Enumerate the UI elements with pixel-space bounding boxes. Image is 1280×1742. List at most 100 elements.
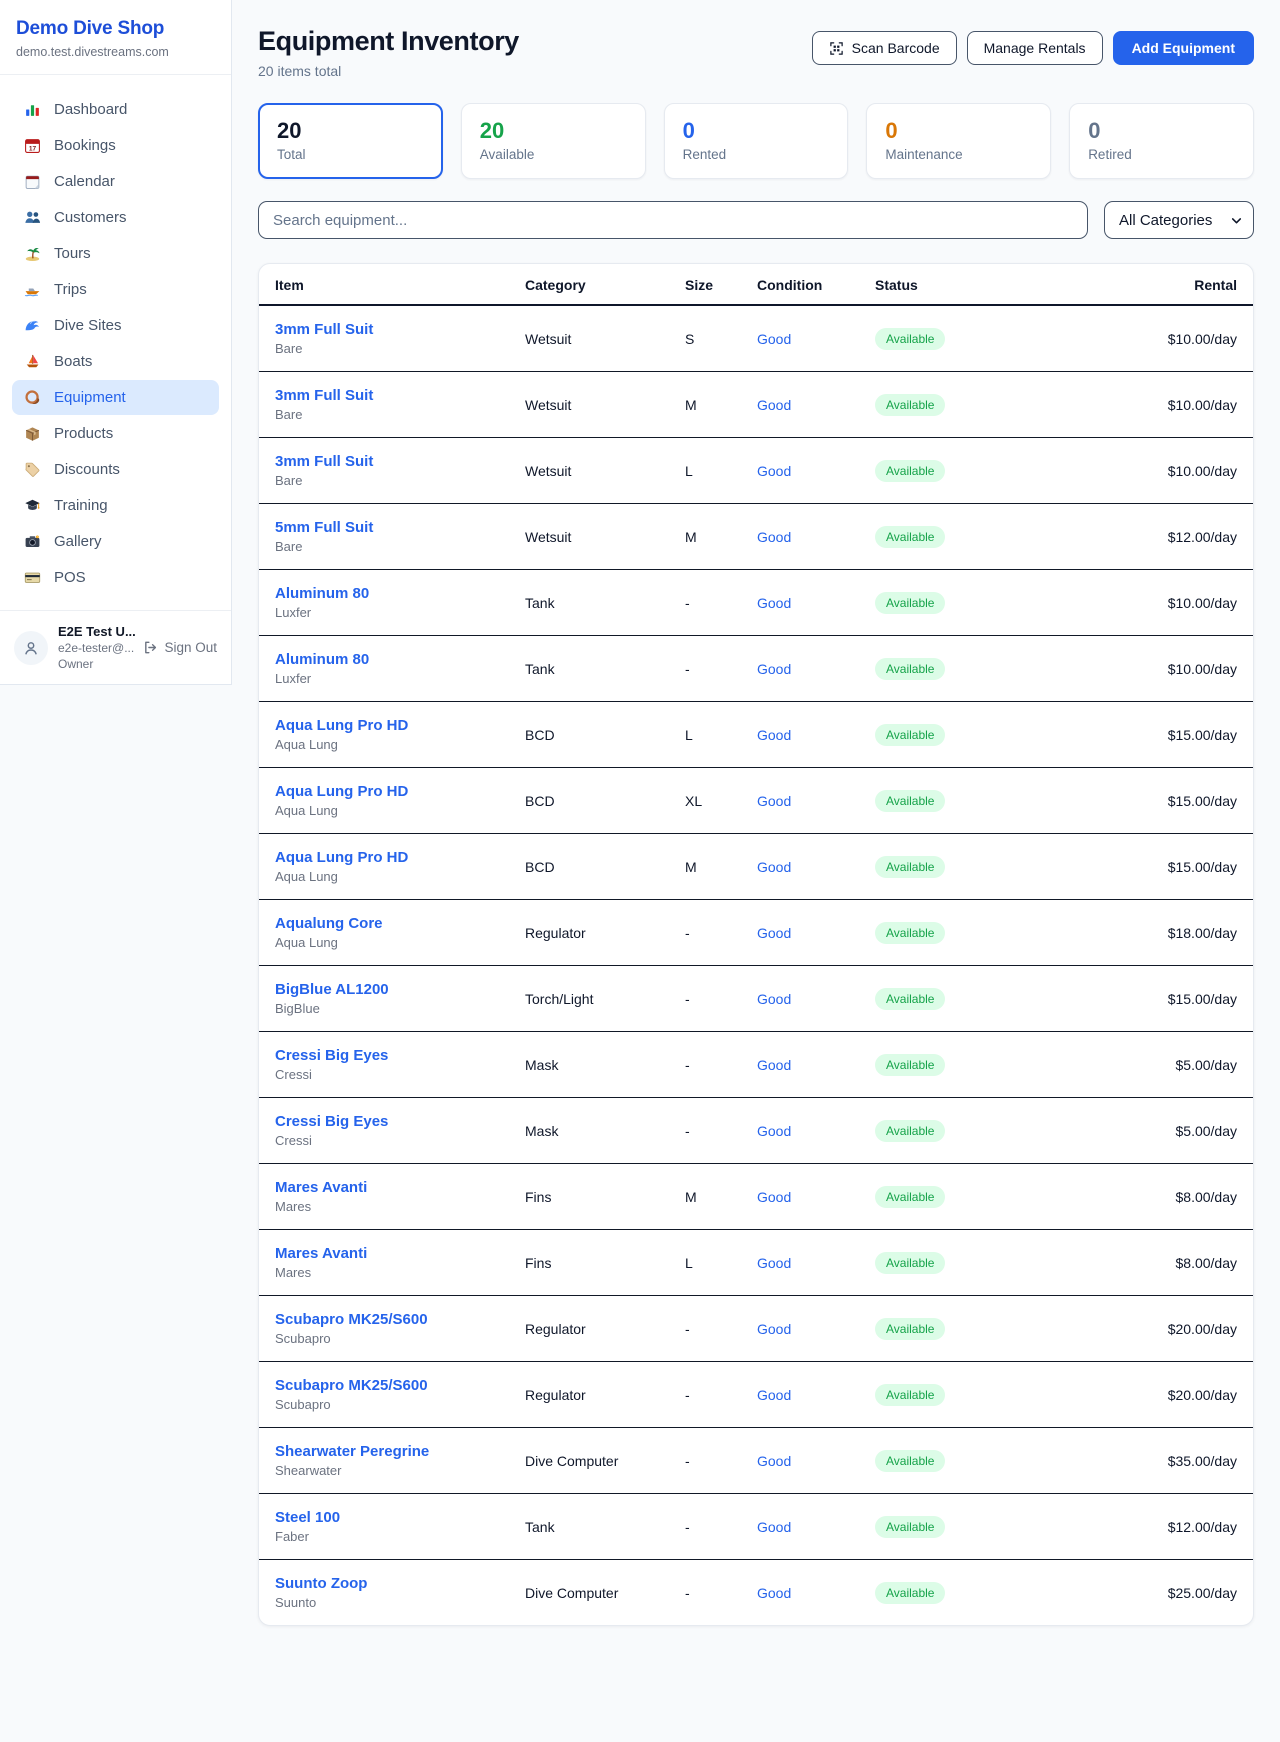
condition-link[interactable]: Good (757, 925, 791, 941)
item-link[interactable]: Shearwater Peregrine (275, 1443, 493, 1460)
sidebar-item-dive-sites[interactable]: Dive Sites (12, 308, 219, 343)
size-cell: - (669, 1504, 741, 1550)
item-link[interactable]: Mares Avanti (275, 1179, 493, 1196)
condition-cell: Good (741, 1438, 859, 1484)
brand-name[interactable]: Demo Dive Shop (16, 18, 215, 40)
item-link[interactable]: Aluminum 80 (275, 585, 493, 602)
condition-link[interactable]: Good (757, 1123, 791, 1139)
sidebar-item-discounts[interactable]: Discounts (12, 452, 219, 487)
gallery-icon (24, 533, 41, 550)
condition-link[interactable]: Good (757, 1585, 791, 1601)
item-link[interactable]: Steel 100 (275, 1509, 493, 1526)
item-link[interactable]: 5mm Full Suit (275, 519, 493, 536)
item-brand: Luxfer (275, 605, 493, 620)
table-row: Steel 100 Faber Tank - Good Available $1… (259, 1494, 1253, 1560)
table-row: Aqua Lung Pro HD Aqua Lung BCD M Good Av… (259, 834, 1253, 900)
stat-card-maintenance[interactable]: 0 Maintenance (866, 103, 1051, 179)
rental-cell: $12.00/day (1069, 1504, 1253, 1550)
condition-link[interactable]: Good (757, 793, 791, 809)
item-link[interactable]: Scubapro MK25/S600 (275, 1311, 493, 1328)
item-link[interactable]: Aqua Lung Pro HD (275, 849, 493, 866)
sidebar-item-gallery[interactable]: Gallery (12, 524, 219, 559)
condition-cell: Good (741, 910, 859, 956)
sidebar-item-dashboard[interactable]: Dashboard (12, 92, 219, 127)
status-cell: Available (859, 709, 1069, 761)
sidebar-item-products[interactable]: Products (12, 416, 219, 451)
item-link[interactable]: Scubapro MK25/S600 (275, 1377, 493, 1394)
item-link[interactable]: BigBlue AL1200 (275, 981, 493, 998)
category-cell: Mask (509, 1042, 669, 1088)
search-input[interactable] (258, 201, 1088, 239)
table-row: 3mm Full Suit Bare Wetsuit S Good Availa… (259, 306, 1253, 372)
condition-cell: Good (741, 976, 859, 1022)
category-cell: Torch/Light (509, 976, 669, 1022)
item-link[interactable]: 3mm Full Suit (275, 321, 493, 338)
sidebar-item-equipment[interactable]: Equipment (12, 380, 219, 415)
category-cell: Regulator (509, 1372, 669, 1418)
status-badge: Available (875, 988, 945, 1010)
condition-link[interactable]: Good (757, 595, 791, 611)
stat-card-rented[interactable]: 0 Rented (664, 103, 849, 179)
condition-link[interactable]: Good (757, 1453, 791, 1469)
sign-out-button[interactable]: Sign Out (143, 640, 217, 655)
sidebar-item-boats[interactable]: Boats (12, 344, 219, 379)
condition-link[interactable]: Good (757, 859, 791, 875)
condition-link[interactable]: Good (757, 727, 791, 743)
condition-link[interactable]: Good (757, 397, 791, 413)
condition-cell: Good (741, 1042, 859, 1088)
condition-link[interactable]: Good (757, 1255, 791, 1271)
item-link[interactable]: Aqua Lung Pro HD (275, 717, 493, 734)
item-brand: Aqua Lung (275, 803, 493, 818)
category-cell: Dive Computer (509, 1438, 669, 1484)
item-cell: 3mm Full Suit Bare (259, 438, 509, 503)
status-cell: Available (859, 1303, 1069, 1355)
condition-link[interactable]: Good (757, 1387, 791, 1403)
item-link[interactable]: Aluminum 80 (275, 651, 493, 668)
rental-cell: $8.00/day (1069, 1240, 1253, 1286)
status-cell: Available (859, 577, 1069, 629)
condition-link[interactable]: Good (757, 661, 791, 677)
stat-card-available[interactable]: 20 Available (461, 103, 646, 179)
sidebar-item-training[interactable]: Training (12, 488, 219, 523)
size-cell: L (669, 1240, 741, 1286)
condition-link[interactable]: Good (757, 1057, 791, 1073)
item-link[interactable]: Suunto Zoop (275, 1575, 493, 1592)
item-cell: Aqua Lung Pro HD Aqua Lung (259, 834, 509, 899)
condition-cell: Good (741, 1504, 859, 1550)
item-link[interactable]: 3mm Full Suit (275, 387, 493, 404)
item-link[interactable]: Aqua Lung Pro HD (275, 783, 493, 800)
sidebar-item-trips[interactable]: Trips (12, 272, 219, 307)
add-equipment-button[interactable]: Add Equipment (1113, 31, 1254, 65)
user-name: E2E Test U... (58, 624, 133, 639)
item-link[interactable]: Cressi Big Eyes (275, 1047, 493, 1064)
sidebar-item-bookings[interactable]: 17 Bookings (12, 128, 219, 163)
sidebar-item-customers[interactable]: Customers (12, 200, 219, 235)
discounts-icon (24, 461, 41, 478)
item-brand: Mares (275, 1265, 493, 1280)
sidebar-item-tours[interactable]: Tours (12, 236, 219, 271)
condition-link[interactable]: Good (757, 331, 791, 347)
item-cell: Mares Avanti Mares (259, 1230, 509, 1295)
size-cell: XL (669, 778, 741, 824)
condition-link[interactable]: Good (757, 463, 791, 479)
item-link[interactable]: Cressi Big Eyes (275, 1113, 493, 1130)
table-row: Suunto Zoop Suunto Dive Computer - Good … (259, 1560, 1253, 1625)
stat-card-retired[interactable]: 0 Retired (1069, 103, 1254, 179)
sidebar-item-pos[interactable]: POS (12, 560, 219, 595)
category-select[interactable]: All Categories (1104, 201, 1254, 239)
condition-link[interactable]: Good (757, 529, 791, 545)
item-link[interactable]: 3mm Full Suit (275, 453, 493, 470)
condition-link[interactable]: Good (757, 1189, 791, 1205)
scan-barcode-button[interactable]: Scan Barcode (812, 31, 957, 65)
item-brand: Luxfer (275, 671, 493, 686)
item-link[interactable]: Mares Avanti (275, 1245, 493, 1262)
manage-rentals-button[interactable]: Manage Rentals (967, 31, 1103, 65)
item-link[interactable]: Aqualung Core (275, 915, 493, 932)
barcode-scan-icon (829, 41, 844, 56)
condition-link[interactable]: Good (757, 1519, 791, 1535)
sidebar-item-calendar[interactable]: Calendar (12, 164, 219, 199)
condition-link[interactable]: Good (757, 1321, 791, 1337)
item-brand: Aqua Lung (275, 737, 493, 752)
condition-link[interactable]: Good (757, 991, 791, 1007)
stat-card-total[interactable]: 20 Total (258, 103, 443, 179)
